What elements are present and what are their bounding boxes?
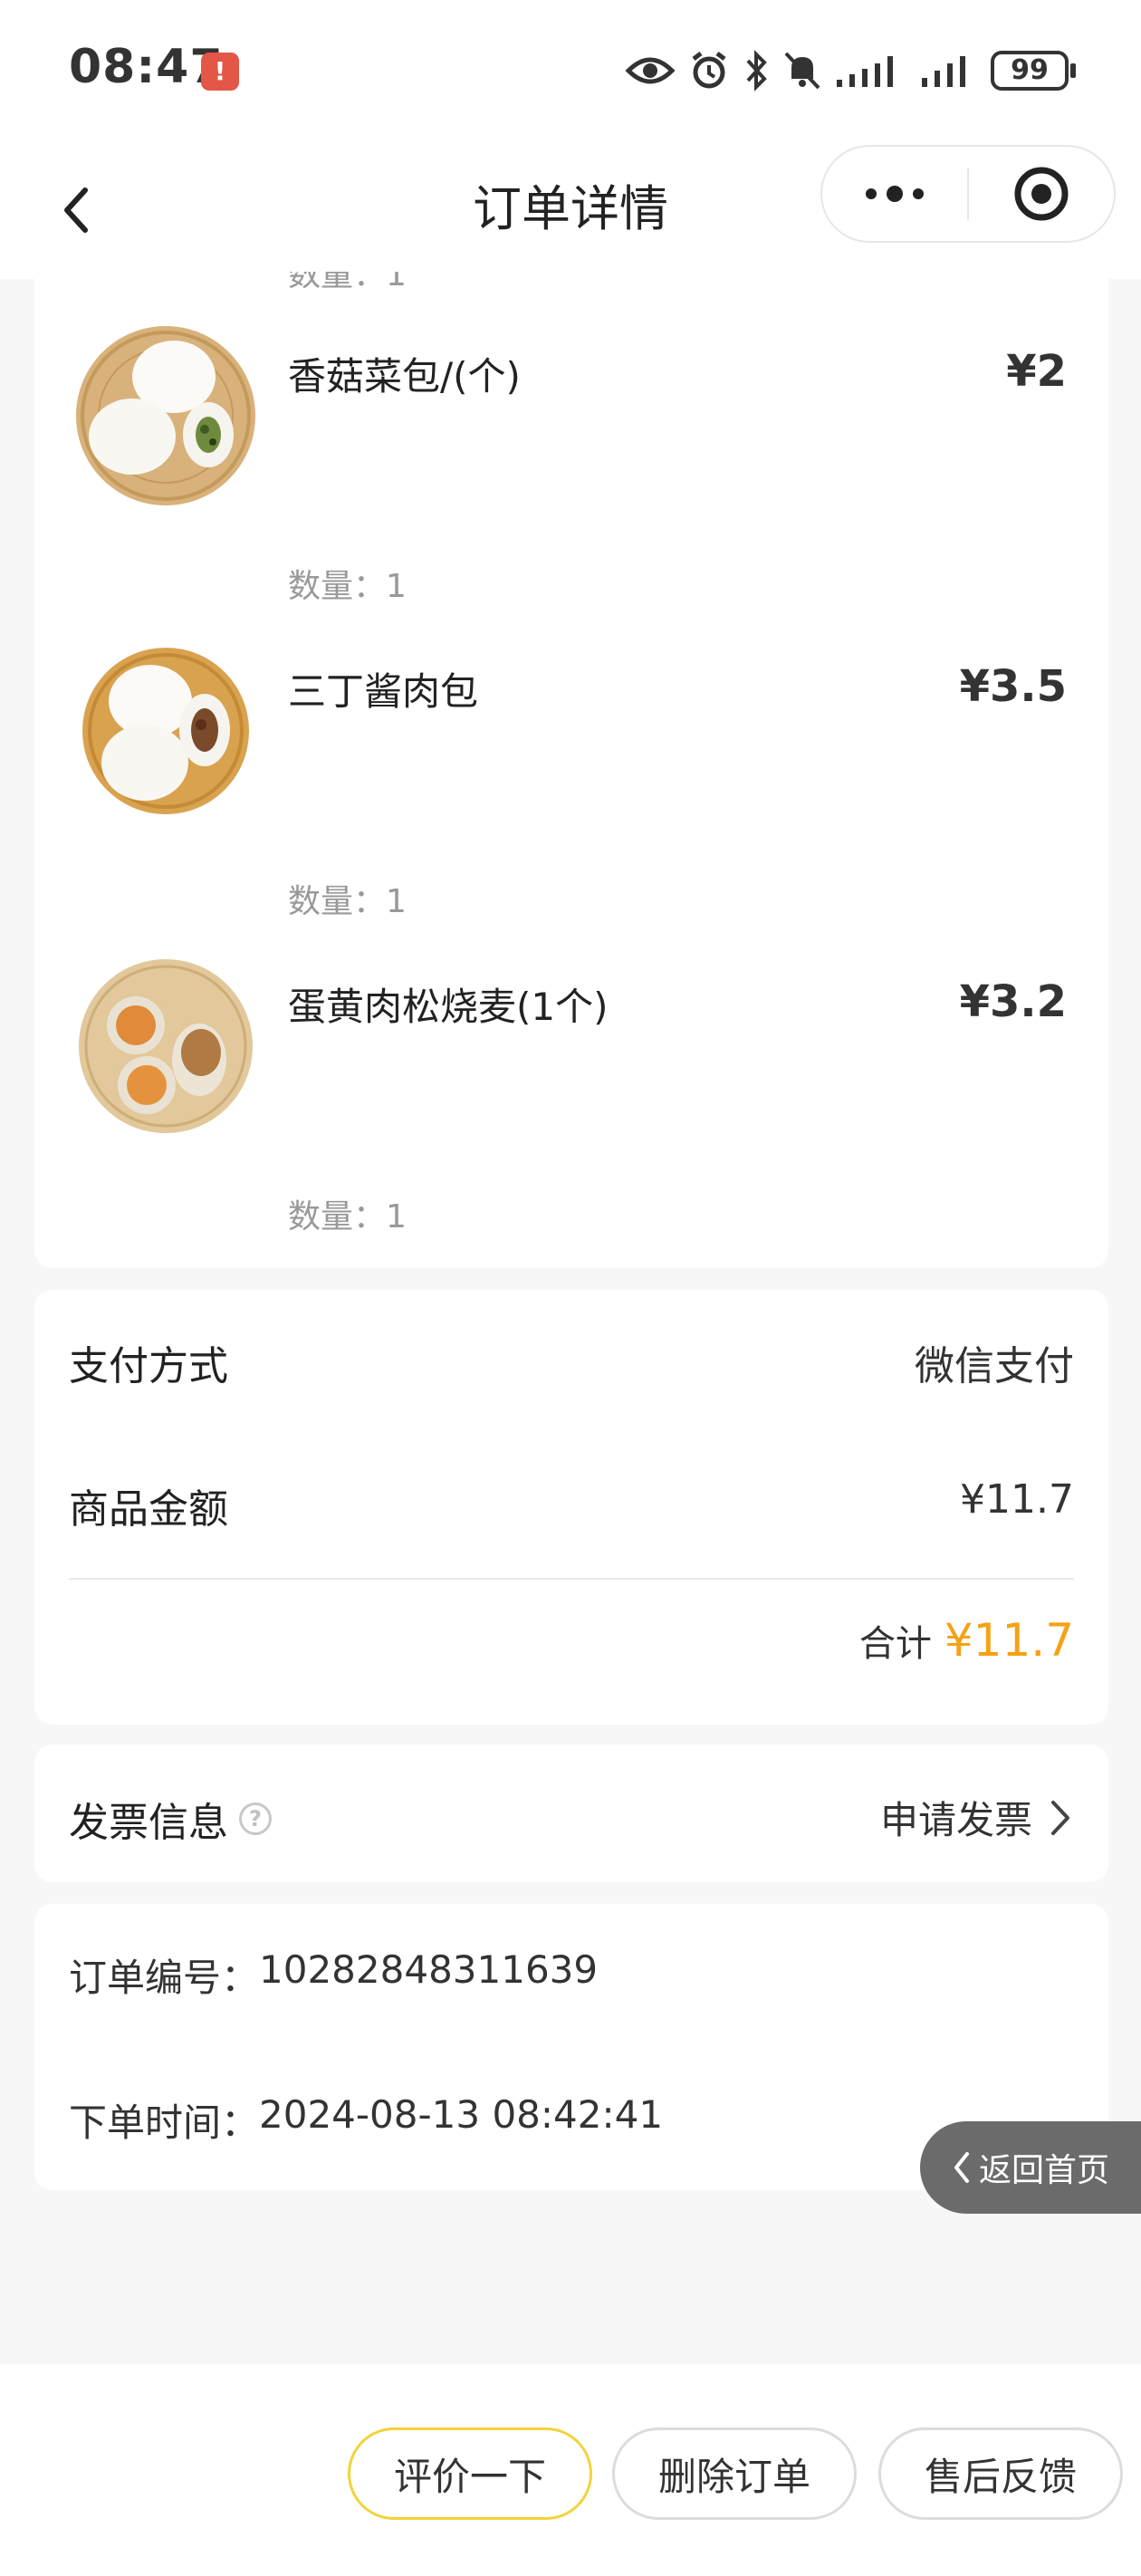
divider [69, 1578, 1074, 1580]
after-sales-feedback-button[interactable]: 售后反馈 [878, 2427, 1123, 2520]
target-icon [1014, 167, 1069, 221]
invoice-label: 发票信息 [69, 1800, 228, 1846]
payment-method-value: 微信支付 [915, 1343, 1074, 1389]
total-row: 合计 ¥11.7 [859, 1614, 1074, 1667]
quantity-label: 数量： [288, 1198, 387, 1235]
product-price: ¥3.5 [959, 661, 1067, 712]
product-price: ¥2 [1006, 346, 1067, 397]
product-name: 三丁酱肉包 [288, 669, 479, 714]
eye-icon [625, 53, 676, 89]
question-circle-icon[interactable]: ? [239, 1802, 272, 1835]
product-item[interactable]: 香菇菜包/(个) ¥2 数量：1 [34, 272, 1108, 605]
status-icons: 99 [625, 43, 1076, 98]
alert-badge-icon: ! [201, 53, 239, 91]
status-time: 08:47 [69, 40, 224, 94]
delete-order-button[interactable]: 删除订单 [612, 2427, 857, 2520]
apply-invoice-link[interactable]: 申请发票 [880, 1790, 1072, 1845]
invoice-card[interactable]: 发票信息 ? 申请发票 [34, 1745, 1108, 1882]
signal-icon [920, 53, 974, 89]
product-name: 蛋黄肉松烧麦(1个) [288, 985, 609, 1029]
goods-amount-label: 商品金额 [69, 1486, 228, 1533]
chevron-right-icon [1051, 1800, 1069, 1835]
order-time-value: 2024-08-13 08:42:41 [259, 2092, 664, 2137]
status-bar: 08:47 ! 99 [0, 0, 1141, 145]
review-button[interactable]: 评价一下 [348, 2427, 592, 2520]
payment-card: 支付方式 微信支付 商品金额 ¥11.7 合计 ¥11.7 [34, 1290, 1108, 1725]
total-label: 合计 [858, 1623, 932, 1665]
product-image [82, 648, 249, 814]
alarm-icon [688, 50, 730, 91]
chevron-left-icon [954, 2152, 969, 2183]
app-root: 08:47 ! 99 订单详情 数量：1 香菇菜包/(个) ¥2 数量：1 三丁… [0, 0, 1141, 2576]
order-number-row: 订单编号： 10282848311639 [69, 1947, 598, 2003]
order-items-card: 数量：1 香菇菜包/(个) ¥2 数量：1 三丁酱肉包 ¥3.5 数量：1 蛋黄… [34, 272, 1108, 1268]
bottom-action-bar: 评价一下 删除订单 售后反馈 [0, 2364, 1141, 2576]
mute-icon [782, 50, 822, 91]
order-number-label: 订单编号： [69, 1956, 260, 2000]
product-image [79, 959, 253, 1133]
signal-icon [835, 53, 907, 89]
close-miniprogram-button[interactable] [969, 147, 1114, 241]
nav-bar: 订单详情 [0, 145, 1141, 279]
more-icon [866, 186, 924, 202]
order-time-label: 下单时间： [69, 2100, 260, 2145]
quantity-value: 1 [386, 1198, 407, 1235]
back-to-home-label: 返回首页 [978, 2152, 1109, 2189]
product-item[interactable]: 三丁酱肉包 ¥3.5 数量：1 [34, 587, 1108, 920]
mini-program-capsule [820, 145, 1116, 243]
goods-amount-value: ¥11.7 [960, 1476, 1074, 1523]
order-time-row: 下单时间： 2024-08-13 08:42:41 [69, 2092, 663, 2148]
product-item[interactable]: 蛋黄肉松烧麦(1个) ¥3.2 数量：1 [34, 902, 1108, 1235]
more-button[interactable] [822, 147, 967, 241]
payment-method-label: 支付方式 [69, 1343, 228, 1389]
invoice-label-group: 发票信息 ? [69, 1790, 272, 1848]
back-to-home-button[interactable]: 返回首页 [920, 2121, 1141, 2214]
battery-icon: 99 [991, 51, 1076, 91]
product-quantity: 数量：1 [288, 1190, 407, 1237]
product-name: 香菇菜包/(个) [288, 354, 521, 399]
apply-invoice-label: 申请发票 [879, 1798, 1032, 1842]
product-image [76, 326, 255, 505]
total-value: ¥11.7 [944, 1614, 1074, 1667]
bluetooth-icon [743, 50, 770, 91]
order-number-value: 10282848311639 [259, 1947, 599, 1992]
product-price: ¥3.2 [959, 976, 1067, 1027]
